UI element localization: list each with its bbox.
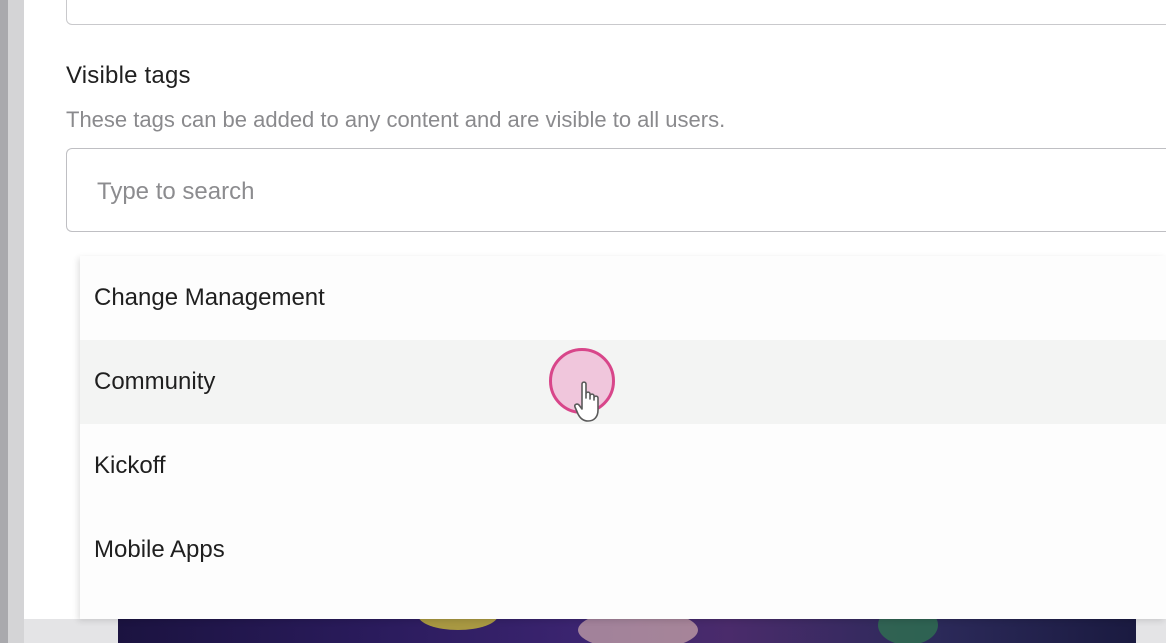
- tag-dropdown-list: Change Management Community Kickoff Mobi…: [80, 256, 1166, 619]
- tag-option-community[interactable]: Community: [80, 340, 1166, 424]
- previous-field[interactable]: [66, 0, 1166, 25]
- tag-option-label: Mobile Apps: [94, 536, 225, 563]
- tag-option-label: Change Management: [94, 284, 325, 311]
- tag-search-field[interactable]: [66, 148, 1166, 232]
- backdrop-edge: [0, 0, 8, 643]
- tag-search-input[interactable]: [95, 171, 999, 213]
- tag-option-change-management[interactable]: Change Management: [80, 256, 1166, 340]
- tag-option-label: Community: [94, 368, 216, 395]
- section-title: Visible tags: [66, 62, 191, 89]
- backdrop-edge-inner: [8, 0, 24, 643]
- settings-panel: Visible tags These tags can be added to …: [24, 0, 1166, 619]
- tag-option-mobile-apps[interactable]: Mobile Apps: [80, 508, 1166, 592]
- pointer-hand-icon: [574, 381, 599, 422]
- section-description: These tags can be added to any content a…: [66, 107, 726, 132]
- tag-option-kickoff[interactable]: Kickoff: [80, 424, 1166, 508]
- tag-option-label: Kickoff: [94, 452, 166, 479]
